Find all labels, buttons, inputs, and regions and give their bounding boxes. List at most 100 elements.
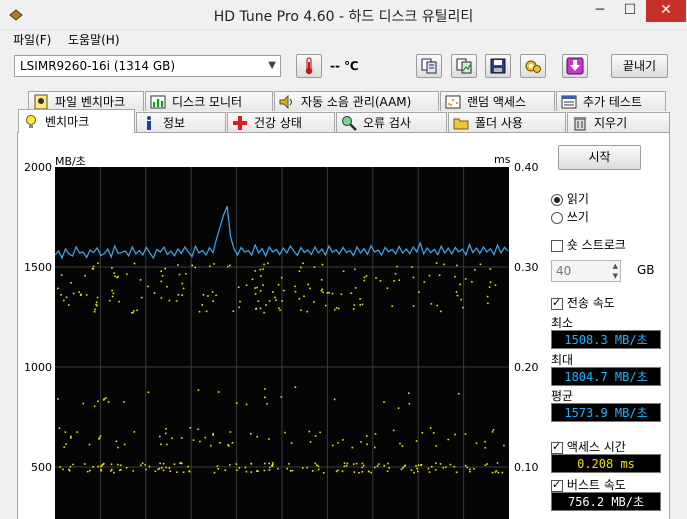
start-button[interactable]: 시작 [558, 145, 641, 170]
access-time-point [303, 295, 305, 298]
access-time-point [311, 470, 314, 472]
tab-file-benchmark[interactable]: 파일 벤치마크 [28, 91, 144, 111]
access-time-point [109, 470, 112, 472]
access-time-point [430, 303, 433, 305]
download-button[interactable] [562, 54, 588, 78]
access-time-point [111, 289, 113, 292]
access-time-point [317, 468, 320, 471]
access-time-point [454, 275, 456, 278]
access-time-point [418, 291, 420, 293]
burst-rate-checkbox[interactable]: 버스트 속도 [551, 476, 626, 493]
tab-aam[interactable]: 자동 소음 관리(AAM) [274, 91, 439, 111]
y2-tick-label: 0.30 [514, 261, 539, 274]
tab-folder-usage[interactable]: 폴더 사용 [448, 112, 566, 132]
write-label: 쓰기 [566, 210, 589, 224]
access-time-point [307, 283, 309, 286]
short-stroke-checkbox[interactable]: 숏 스트로크 [551, 236, 626, 253]
access-check [551, 440, 563, 454]
access-time-point [197, 389, 200, 391]
copy-text-button[interactable] [416, 54, 442, 78]
access-time-point [387, 462, 389, 465]
access-time-point [88, 443, 91, 446]
access-time-point [408, 392, 410, 394]
read-radio[interactable]: 읽기 [551, 190, 589, 207]
tab-extra-tests[interactable]: 추가 테스트 [556, 91, 666, 111]
access-time-point [294, 386, 297, 388]
access-time-point [209, 265, 211, 268]
access-time-point [321, 288, 323, 291]
menu-help[interactable]: 도움말(H) [68, 31, 120, 48]
tab-health[interactable]: 건강 상태 [227, 112, 335, 132]
tab-label: 벤치마크 [45, 115, 90, 129]
access-time-point [105, 397, 107, 399]
transfer-rate-checkbox[interactable]: 전송 속도 [551, 294, 615, 311]
access-time-point [212, 300, 214, 302]
tab-error-scan[interactable]: 오류 검사 [336, 112, 447, 132]
access-time-point [250, 471, 253, 473]
access-time-point [447, 438, 449, 441]
tab-random-access[interactable]: 랜덤 액세스 [440, 91, 555, 111]
access-time-point [245, 284, 248, 287]
copy-image-button[interactable] [451, 54, 477, 78]
access-time-point [354, 287, 357, 289]
access-time-point [168, 467, 171, 469]
minimize-button[interactable]: ─ [585, 0, 615, 22]
access-time-checkbox[interactable]: 액세스 시간 [551, 438, 626, 455]
access-time-point [111, 295, 114, 298]
tab-label: 지우기 [594, 116, 628, 130]
access-time-point [140, 296, 143, 299]
tab-disk-monitor[interactable]: 디스크 모니터 [145, 91, 273, 111]
access-time-point [165, 428, 167, 430]
access-time-point [361, 462, 364, 465]
access-time-point [374, 466, 376, 469]
short-stroke-input[interactable]: 40 ▲ ▼ [551, 260, 621, 282]
access-time-point [256, 286, 258, 289]
access-time-point [181, 437, 183, 439]
benchmark-chart [55, 167, 509, 519]
spinner-icon[interactable]: ▲ ▼ [613, 261, 618, 281]
access-time-point [469, 470, 471, 473]
tab-erase[interactable]: 지우기 [567, 112, 670, 132]
menu-file[interactable]: 파일(F) [13, 31, 51, 48]
options-button[interactable] [520, 54, 546, 78]
access-time-point [263, 462, 266, 465]
access-time-point [346, 462, 349, 465]
access-time-point [97, 262, 99, 265]
y2-tick-label: 0.20 [514, 361, 539, 374]
write-radio[interactable]: 쓰기 [551, 208, 589, 225]
access-time-point [238, 467, 241, 469]
access-time-point [268, 469, 271, 471]
temperature-button[interactable] [296, 54, 322, 78]
access-time-point [188, 470, 190, 472]
maximize-button[interactable]: ☐ [615, 0, 645, 22]
access-time-point [345, 464, 348, 467]
access-time-point [473, 468, 475, 470]
tab-label: 추가 테스트 [583, 95, 643, 109]
access-time-point [460, 298, 462, 301]
access-time-point [162, 469, 165, 472]
access-time-point [340, 293, 343, 296]
trash-icon [572, 115, 588, 131]
avg-value: 1573.9 MB/초 [551, 403, 661, 422]
random-access-icon [445, 94, 461, 110]
access-time-point [421, 432, 424, 434]
tab-benchmark[interactable]: 벤치마크 [18, 109, 135, 133]
access-time-point [113, 471, 115, 474]
access-time-point [454, 433, 456, 436]
exit-button[interactable]: 끝내기 [611, 54, 668, 78]
access-time-point [96, 296, 99, 299]
access-time-point [60, 294, 62, 296]
access-time-point [488, 286, 491, 288]
access-time-point [501, 471, 504, 474]
tab-info[interactable]: 정보 [136, 112, 226, 132]
access-time-point [219, 442, 221, 444]
drive-select[interactable]: LSIMR9260-16i (1314 GB) ▼ [14, 55, 281, 77]
access-time-point [92, 265, 95, 268]
access-time-point [286, 467, 288, 470]
close-button[interactable]: ✕ [646, 0, 686, 22]
y2-tick-label: 0.10 [514, 461, 539, 474]
save-button[interactable] [485, 54, 511, 78]
access-time-point [266, 403, 268, 405]
access-time-point [65, 296, 68, 299]
access-time-point [254, 293, 257, 295]
